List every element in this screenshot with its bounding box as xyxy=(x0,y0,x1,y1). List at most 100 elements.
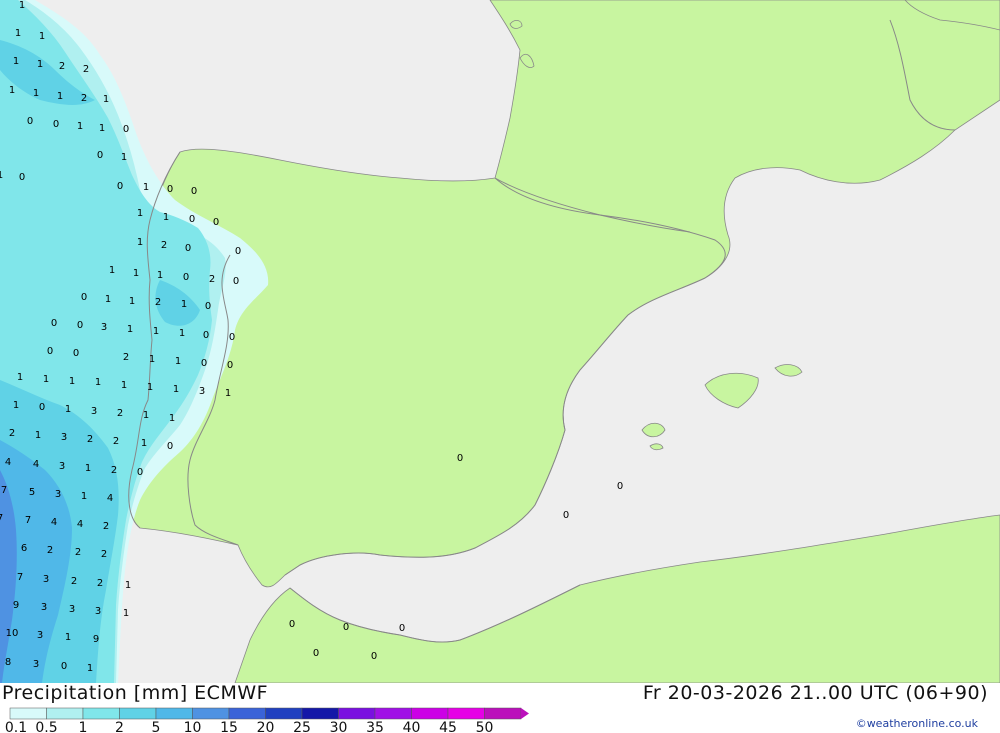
precip-value: 1 xyxy=(225,388,231,399)
precip-value: 0 xyxy=(201,358,207,369)
legend-label: 50 xyxy=(476,720,494,733)
legend-swatch xyxy=(374,707,412,720)
precip-value: 2 xyxy=(123,352,129,363)
precip-value: 1 xyxy=(133,268,139,279)
legend-swatch xyxy=(82,707,120,720)
legend-label: 20 xyxy=(257,720,275,733)
precip-value: 3 xyxy=(199,386,205,397)
precip-value: 3 xyxy=(43,574,49,585)
precip-value: 1 xyxy=(163,212,169,223)
legend-label: 40 xyxy=(403,720,421,733)
precip-value: 1 xyxy=(85,463,91,474)
precip-value: 1 xyxy=(109,265,115,276)
precip-value: 1 xyxy=(123,608,129,619)
precip-value: 1 xyxy=(169,413,175,424)
precip-value: 1 xyxy=(137,237,143,248)
precip-value: 0 xyxy=(77,320,83,331)
precip-value: 0 xyxy=(47,346,53,357)
precip-value: 1 xyxy=(33,88,39,99)
precip-value: 1 xyxy=(157,270,163,281)
precip-value: 1 xyxy=(149,354,155,365)
precip-value: 3 xyxy=(61,432,67,443)
precip-value: 1 xyxy=(15,28,21,39)
legend-label: 5 xyxy=(152,720,161,733)
precipitation-map: 1112211111210011001100100110012001110200… xyxy=(0,0,1000,683)
legend-swatches xyxy=(9,707,529,720)
legend-swatch xyxy=(192,707,230,720)
legend-label: 0.1 xyxy=(5,720,27,733)
precip-value: 0 xyxy=(213,217,219,228)
precip-value: 2 xyxy=(83,64,89,75)
precip-value: 1 xyxy=(153,326,159,337)
forecast-datetime: Fr 20-03-2026 21..00 UTC (06+90) xyxy=(642,682,988,704)
precip-value: 1 xyxy=(103,94,109,105)
precip-value: 0 xyxy=(51,318,57,329)
precip-value: 2 xyxy=(111,465,117,476)
precip-value: 1 xyxy=(65,632,71,643)
precip-value: 1 xyxy=(39,31,45,42)
legend-label: 15 xyxy=(220,720,238,733)
precip-value: 1 xyxy=(0,170,3,181)
precip-value: 1 xyxy=(121,380,127,391)
legend-label: 0.5 xyxy=(35,720,57,733)
legend-swatch xyxy=(9,707,47,720)
precip-value: 1 xyxy=(35,430,41,441)
precip-value: 3 xyxy=(69,604,75,615)
precip-value: 2 xyxy=(59,61,65,72)
precip-value: 0 xyxy=(563,510,569,521)
precip-value: 3 xyxy=(101,322,107,333)
legend-label: 2 xyxy=(115,720,124,733)
legend-swatch xyxy=(411,707,449,720)
precip-value: 3 xyxy=(91,406,97,417)
precip-value: 1 xyxy=(129,296,135,307)
precip-value: 4 xyxy=(77,519,83,530)
legend-swatch xyxy=(301,707,339,720)
legend-arrow xyxy=(521,708,529,719)
precip-value: 1 xyxy=(127,324,133,335)
precip-value: 0 xyxy=(97,150,103,161)
precip-value: 1 xyxy=(143,182,149,193)
map-title: Precipitation [mm] ECMWF xyxy=(2,682,269,704)
precip-value: 0 xyxy=(457,453,463,464)
precip-value: 4 xyxy=(33,459,39,470)
precip-value: 1 xyxy=(121,152,127,163)
precip-value: 1 xyxy=(69,376,75,387)
precip-value: 0 xyxy=(61,661,67,672)
precip-value: 2 xyxy=(117,408,123,419)
precip-value: 5 xyxy=(29,487,35,498)
precipitation-legend: 0.1 0.5 1 2 5 10 15 20 25 30 35 40 45 50 xyxy=(5,707,529,733)
precip-value: 0 xyxy=(371,651,377,662)
legend-swatch xyxy=(155,707,193,720)
precip-value: 2 xyxy=(113,436,119,447)
precip-value: 0 xyxy=(53,119,59,130)
precip-value: 7 xyxy=(17,572,23,583)
precip-value: 0 xyxy=(289,619,295,630)
precip-value: 3 xyxy=(33,659,39,670)
legend-swatch xyxy=(484,707,522,720)
precip-value: 2 xyxy=(87,434,93,445)
legend-swatch xyxy=(447,707,485,720)
precip-value: 0 xyxy=(117,181,123,192)
precip-value: 1 xyxy=(19,0,25,11)
legend-labels: 0.1 0.5 1 2 5 10 15 20 25 30 35 40 45 50 xyxy=(5,720,494,733)
precip-value: 2 xyxy=(71,576,77,587)
legend-label: 35 xyxy=(366,720,384,733)
legend-swatch xyxy=(119,707,157,720)
legend-label: 45 xyxy=(439,720,457,733)
credit-link[interactable]: ©weatheronline.co.uk xyxy=(856,717,978,730)
precip-value: 6 xyxy=(21,543,27,554)
precip-value: 0 xyxy=(617,481,623,492)
precip-value: 0 xyxy=(137,467,143,478)
legend-swatch xyxy=(228,707,266,720)
precip-value: 1 xyxy=(181,299,187,310)
precip-value: 0 xyxy=(203,330,209,341)
precip-value: 0 xyxy=(73,348,79,359)
precip-value: 0 xyxy=(189,214,195,225)
precip-value: 1 xyxy=(105,294,111,305)
precip-value: 0 xyxy=(205,301,211,312)
precip-value: 0 xyxy=(229,332,235,343)
precip-value: 10 xyxy=(6,628,19,639)
precip-value: 1 xyxy=(95,377,101,388)
precip-value: 0 xyxy=(399,623,405,634)
precip-value: 2 xyxy=(97,578,103,589)
